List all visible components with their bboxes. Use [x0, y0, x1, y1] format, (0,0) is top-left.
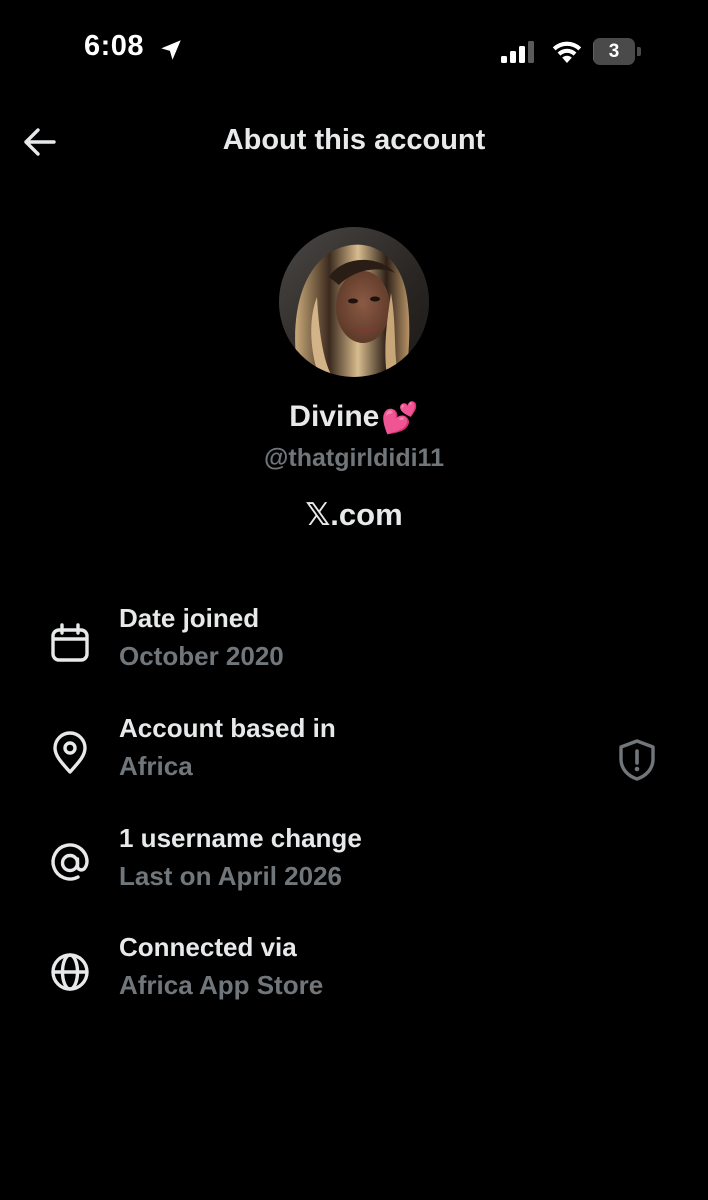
- row-value: Africa: [119, 751, 193, 781]
- globe-icon: [51, 953, 89, 991]
- row-value: October 2020: [119, 641, 284, 671]
- about-account-screen: 6:08 3 About this account Divine💕 @thatg…: [0, 0, 708, 1200]
- shield-alert-icon[interactable]: [614, 737, 660, 783]
- detail-row-connected-via: Connected via Africa App Store: [0, 932, 708, 1022]
- two-hearts-emoji: 💕: [381, 402, 419, 435]
- calendar-icon: [51, 623, 89, 662]
- display-name-text: Divine: [289, 400, 380, 433]
- profile-photo: [279, 227, 429, 377]
- status-bar: 6:08 3: [0, 0, 708, 100]
- username: @thatgirldidi11: [264, 444, 444, 472]
- detail-row-account-based-in: Account based in Africa: [0, 713, 708, 803]
- row-value: Africa App Store: [119, 970, 324, 1000]
- battery-body: 3: [593, 38, 635, 65]
- detail-row-date-joined: Date joined October 2020: [0, 603, 708, 693]
- row-label: Account based in: [119, 713, 336, 743]
- platform-label: 𝕏.com: [305, 497, 403, 532]
- page-title: About this account: [222, 124, 486, 156]
- cellular-signal-icon: [501, 41, 534, 63]
- location-arrow-icon: [161, 40, 181, 60]
- at-sign-icon: [51, 843, 89, 881]
- row-label: 1 username change: [119, 823, 362, 853]
- avatar[interactable]: [279, 227, 429, 377]
- display-name: Divine💕: [0, 400, 708, 436]
- row-label: Date joined: [119, 603, 260, 633]
- location-pin-icon: [53, 731, 87, 774]
- battery-level-text: 3: [608, 41, 620, 62]
- wifi-icon: [552, 41, 582, 63]
- detail-row-username-change: 1 username change Last on April 2026: [0, 823, 708, 913]
- status-time: 6:08: [84, 30, 145, 62]
- battery-indicator: 3: [593, 38, 641, 65]
- row-value: Last on April 2026: [119, 861, 342, 891]
- battery-cap: [637, 47, 641, 56]
- row-label: Connected via: [119, 932, 297, 962]
